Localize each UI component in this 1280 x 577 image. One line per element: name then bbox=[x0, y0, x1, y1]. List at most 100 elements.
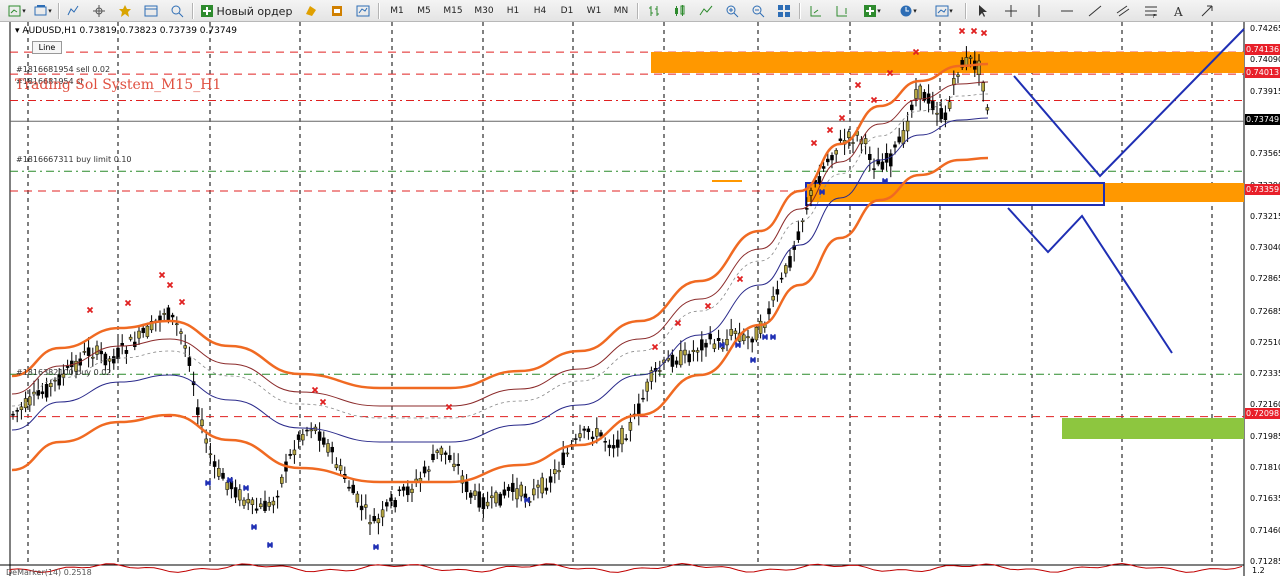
bullish-candle bbox=[834, 150, 838, 155]
bearish-candle bbox=[15, 410, 19, 412]
bullish-candle bbox=[200, 419, 204, 426]
timeframe-m30[interactable]: M30 bbox=[471, 3, 497, 19]
envelope-bands bbox=[11, 62, 989, 484]
bearish-candle bbox=[166, 307, 171, 321]
equidistant-channel-icon[interactable] bbox=[1111, 3, 1135, 19]
metaeditor-icon[interactable] bbox=[300, 3, 322, 19]
bullish-candle bbox=[439, 447, 444, 455]
bearish-candle bbox=[86, 347, 91, 356]
crosshair-icon[interactable] bbox=[999, 3, 1023, 19]
bearish-candle bbox=[305, 429, 309, 432]
price-axis-tick: 0.72865 bbox=[1250, 274, 1280, 284]
bullish-candle bbox=[334, 464, 339, 469]
fibonacci-icon[interactable]: F bbox=[1139, 3, 1163, 19]
new-order-icon[interactable]: Новый ордер bbox=[198, 3, 294, 19]
bearish-candle bbox=[221, 472, 225, 479]
trendline-icon[interactable] bbox=[1083, 3, 1107, 19]
bullish-candle bbox=[259, 503, 263, 508]
bullish-candle bbox=[490, 495, 494, 499]
sell-signal-marker bbox=[158, 271, 166, 279]
bullish-candle bbox=[952, 78, 956, 86]
timeframe-h1[interactable]: H1 bbox=[502, 3, 524, 19]
bullish-candle bbox=[427, 469, 431, 472]
bullish-candle bbox=[238, 489, 242, 501]
market-watch-icon[interactable] bbox=[62, 3, 84, 19]
bearish-candle bbox=[233, 487, 238, 498]
bullish-candle bbox=[733, 330, 738, 334]
terminal-icon[interactable] bbox=[140, 3, 162, 19]
autotrading-icon[interactable] bbox=[326, 3, 348, 19]
ohlc-values: 0.73819 0.73823 0.73739 0.73749 bbox=[79, 26, 237, 36]
bearish-candle bbox=[750, 338, 754, 343]
bullish-candle bbox=[729, 329, 733, 336]
timeframe-m15[interactable]: M15 bbox=[440, 3, 466, 19]
text-icon[interactable]: A bbox=[1167, 3, 1191, 19]
indicators-icon[interactable]: ▾ bbox=[857, 3, 887, 19]
bearish-candle bbox=[838, 138, 843, 141]
sell-signal-marker bbox=[166, 281, 174, 289]
bearish-candle bbox=[544, 487, 549, 491]
dropdown-arrow-icon[interactable]: ▾ bbox=[15, 26, 20, 36]
navigator-icon[interactable] bbox=[88, 3, 110, 19]
cursor-icon[interactable] bbox=[971, 3, 995, 19]
bearish-candle bbox=[317, 431, 322, 441]
timeframe-mn[interactable]: MN bbox=[610, 3, 632, 19]
strategy-tester-icon[interactable] bbox=[166, 3, 188, 19]
bullish-candle bbox=[435, 450, 439, 453]
vertical-line-icon[interactable] bbox=[1027, 3, 1051, 19]
bullish-candle bbox=[246, 498, 250, 504]
chart-shift-icon[interactable] bbox=[831, 3, 853, 19]
tile-windows-icon[interactable] bbox=[773, 3, 795, 19]
bearish-candle bbox=[351, 484, 355, 494]
history-icon[interactable] bbox=[352, 3, 374, 19]
arrows-icon[interactable] bbox=[1195, 3, 1219, 19]
bullish-candle bbox=[267, 502, 271, 507]
bullish-candle bbox=[540, 477, 544, 494]
horizontal-line-icon[interactable] bbox=[1055, 3, 1079, 19]
zoom-in-icon[interactable] bbox=[721, 3, 743, 19]
bearish-candle bbox=[389, 497, 393, 502]
profiles-icon[interactable]: ▾ bbox=[32, 3, 54, 19]
bullish-candle bbox=[536, 484, 540, 488]
timeframe-d1[interactable]: D1 bbox=[556, 3, 578, 19]
sell-signal-marker bbox=[826, 126, 834, 134]
svg-text:F: F bbox=[1153, 14, 1156, 18]
bearish-candle bbox=[477, 491, 481, 508]
bearish-candle bbox=[788, 256, 792, 268]
bullish-candle bbox=[515, 488, 519, 500]
new-chart-icon[interactable]: ▾ bbox=[6, 3, 28, 19]
line-chart-icon[interactable] bbox=[695, 3, 717, 19]
sell-signal-marker bbox=[810, 139, 818, 147]
periodicity-icon[interactable]: ▾ bbox=[893, 3, 923, 19]
price-chart[interactable] bbox=[0, 22, 1280, 576]
bullish-candle bbox=[595, 428, 599, 437]
sell-signal-marker bbox=[870, 96, 878, 104]
middle-band bbox=[11, 93, 989, 419]
bullish-candle bbox=[620, 428, 624, 445]
bearish-candle bbox=[120, 342, 124, 346]
bullish-candle bbox=[162, 313, 166, 315]
bullish-candle bbox=[784, 265, 788, 274]
line-button[interactable]: Line bbox=[32, 41, 62, 54]
sell-order-label: #1816681954 sell 0.02 bbox=[16, 65, 111, 74]
favorites-icon[interactable] bbox=[114, 3, 136, 19]
price-tag-low: 0.72098 bbox=[1245, 408, 1280, 419]
sell-signal-marker bbox=[445, 403, 453, 411]
bar-chart-icon[interactable] bbox=[643, 3, 665, 19]
timeframe-w1[interactable]: W1 bbox=[583, 3, 605, 19]
candlestick-icon[interactable] bbox=[669, 3, 691, 19]
symbol-name: AUDUSD,H1 bbox=[22, 26, 77, 36]
timeframe-h4[interactable]: H4 bbox=[529, 3, 551, 19]
bullish-candle bbox=[183, 345, 187, 349]
auto-scroll-icon[interactable] bbox=[805, 3, 827, 19]
timeframe-m1[interactable]: M1 bbox=[386, 3, 408, 19]
toolbar-separator bbox=[799, 3, 801, 19]
bearish-candle bbox=[561, 452, 565, 466]
bearish-candle bbox=[456, 464, 460, 466]
bearish-candle bbox=[586, 428, 591, 433]
zoom-out-icon[interactable] bbox=[747, 3, 769, 19]
bearish-candle bbox=[212, 461, 217, 467]
templates-icon[interactable]: ▾ bbox=[929, 3, 959, 19]
bearish-candle bbox=[700, 339, 704, 351]
timeframe-m5[interactable]: M5 bbox=[413, 3, 435, 19]
